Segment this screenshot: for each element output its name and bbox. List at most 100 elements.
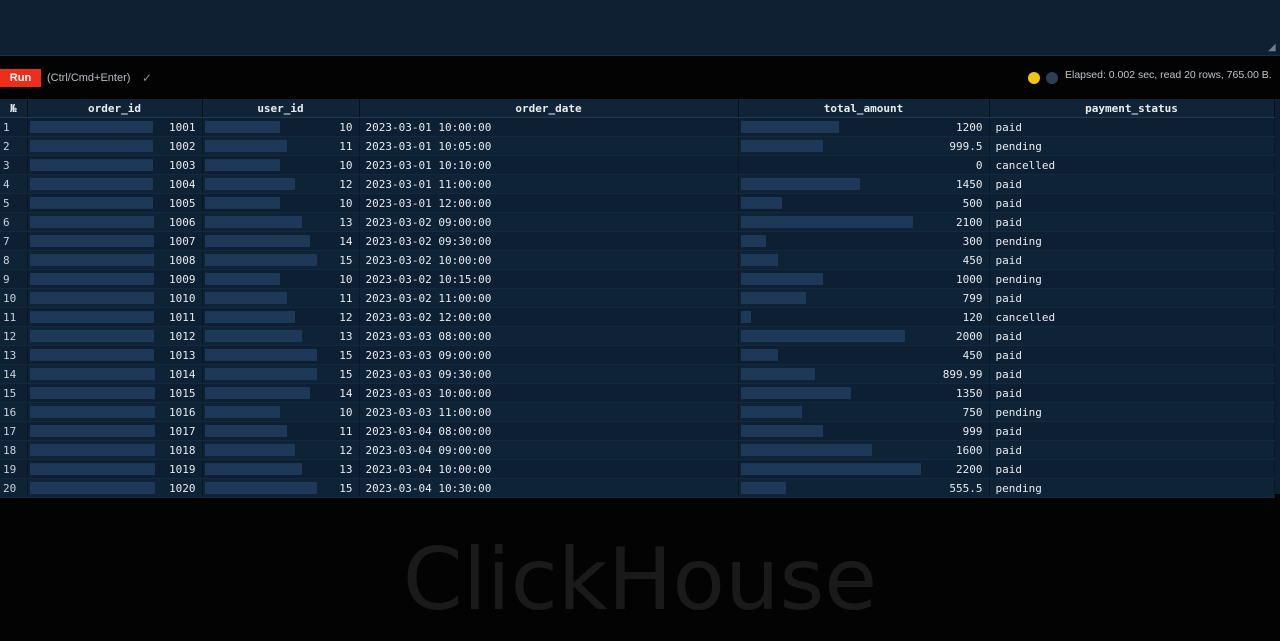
cell-user-id[interactable]: 11 <box>202 288 360 308</box>
cell-payment-status[interactable]: pending <box>989 269 1275 289</box>
cell-order-id[interactable]: 1013 <box>27 345 203 365</box>
cell-order-date[interactable]: 2023-03-02 10:15:00 <box>359 269 739 289</box>
cell-payment-status[interactable]: paid <box>989 326 1275 346</box>
cell-order-date[interactable]: 2023-03-01 10:05:00 <box>359 136 739 156</box>
cell-order-id[interactable]: 1011 <box>27 307 203 327</box>
cell-user-id[interactable]: 10 <box>202 402 360 422</box>
cell-order-date[interactable]: 2023-03-02 10:00:00 <box>359 250 739 270</box>
resize-handle-icon[interactable]: ◢ <box>1268 43 1277 53</box>
column-header-payment-status[interactable]: payment_status <box>989 99 1275 118</box>
cell-total-amount[interactable]: 300 <box>738 231 990 251</box>
cell-order-id[interactable]: 1012 <box>27 326 203 346</box>
cell-user-id[interactable]: 11 <box>202 421 360 441</box>
cell-order-date[interactable]: 2023-03-01 10:10:00 <box>359 155 739 175</box>
cell-total-amount[interactable]: 1000 <box>738 269 990 289</box>
cell-order-date[interactable]: 2023-03-01 10:00:00 <box>359 117 739 137</box>
cell-payment-status[interactable]: paid <box>989 193 1275 213</box>
cell-order-id[interactable]: 1002 <box>27 136 203 156</box>
cell-order-id[interactable]: 1018 <box>27 440 203 460</box>
column-header-total-amount[interactable]: total_amount <box>738 99 990 118</box>
cell-order-date[interactable]: 2023-03-04 10:00:00 <box>359 459 739 479</box>
cell-order-date[interactable]: 2023-03-02 09:30:00 <box>359 231 739 251</box>
cell-total-amount[interactable]: 799 <box>738 288 990 308</box>
cell-order-date[interactable]: 2023-03-03 11:00:00 <box>359 402 739 422</box>
light-theme-toggle[interactable] <box>1028 72 1040 84</box>
cell-total-amount[interactable]: 555.5 <box>738 478 990 498</box>
cell-order-id[interactable]: 1007 <box>27 231 203 251</box>
cell-order-date[interactable]: 2023-03-01 11:00:00 <box>359 174 739 194</box>
cell-total-amount[interactable]: 2000 <box>738 326 990 346</box>
cell-order-date[interactable]: 2023-03-02 09:00:00 <box>359 212 739 232</box>
cell-order-date[interactable]: 2023-03-03 09:00:00 <box>359 345 739 365</box>
cell-order-date[interactable]: 2023-03-04 08:00:00 <box>359 421 739 441</box>
cell-payment-status[interactable]: paid <box>989 250 1275 270</box>
column-header-order-date[interactable]: order_date <box>359 99 739 118</box>
cell-user-id[interactable]: 10 <box>202 117 360 137</box>
cell-total-amount[interactable]: 899.99 <box>738 364 990 384</box>
cell-total-amount[interactable]: 1450 <box>738 174 990 194</box>
cell-user-id[interactable]: 13 <box>202 459 360 479</box>
cell-payment-status[interactable]: paid <box>989 459 1275 479</box>
cell-payment-status[interactable]: paid <box>989 117 1275 137</box>
cell-order-id[interactable]: 1016 <box>27 402 203 422</box>
cell-user-id[interactable]: 13 <box>202 212 360 232</box>
cell-payment-status[interactable]: paid <box>989 383 1275 403</box>
cell-user-id[interactable]: 11 <box>202 136 360 156</box>
cell-user-id[interactable]: 13 <box>202 326 360 346</box>
cell-payment-status[interactable]: paid <box>989 288 1275 308</box>
cell-total-amount[interactable]: 1200 <box>738 117 990 137</box>
cell-order-id[interactable]: 1003 <box>27 155 203 175</box>
cell-order-date[interactable]: 2023-03-01 12:00:00 <box>359 193 739 213</box>
cell-order-id[interactable]: 1020 <box>27 478 203 498</box>
cell-total-amount[interactable]: 750 <box>738 402 990 422</box>
cell-total-amount[interactable]: 450 <box>738 250 990 270</box>
dark-theme-toggle[interactable] <box>1046 72 1058 84</box>
cell-payment-status[interactable]: pending <box>989 478 1275 498</box>
cell-order-date[interactable]: 2023-03-02 11:00:00 <box>359 288 739 308</box>
cell-total-amount[interactable]: 450 <box>738 345 990 365</box>
cell-user-id[interactable]: 15 <box>202 250 360 270</box>
cell-user-id[interactable]: 12 <box>202 440 360 460</box>
query-editor[interactable]: ◢ <box>0 0 1280 56</box>
cell-order-date[interactable]: 2023-03-04 10:30:00 <box>359 478 739 498</box>
cell-payment-status[interactable]: pending <box>989 136 1275 156</box>
cell-order-id[interactable]: 1015 <box>27 383 203 403</box>
cell-payment-status[interactable]: paid <box>989 440 1275 460</box>
cell-payment-status[interactable]: paid <box>989 345 1275 365</box>
cell-payment-status[interactable]: paid <box>989 212 1275 232</box>
cell-total-amount[interactable]: 2200 <box>738 459 990 479</box>
cell-order-id[interactable]: 1004 <box>27 174 203 194</box>
cell-total-amount[interactable]: 1350 <box>738 383 990 403</box>
cell-total-amount[interactable]: 999 <box>738 421 990 441</box>
cell-order-date[interactable]: 2023-03-03 09:30:00 <box>359 364 739 384</box>
cell-payment-status[interactable]: paid <box>989 421 1275 441</box>
cell-user-id[interactable]: 12 <box>202 307 360 327</box>
cell-order-id[interactable]: 1005 <box>27 193 203 213</box>
cell-user-id[interactable]: 14 <box>202 383 360 403</box>
column-header-user-id[interactable]: user_id <box>202 99 360 118</box>
cell-user-id[interactable]: 15 <box>202 478 360 498</box>
cell-order-date[interactable]: 2023-03-03 08:00:00 <box>359 326 739 346</box>
cell-payment-status[interactable]: pending <box>989 231 1275 251</box>
cell-user-id[interactable]: 15 <box>202 364 360 384</box>
cell-payment-status[interactable]: paid <box>989 364 1275 384</box>
cell-payment-status[interactable]: cancelled <box>989 155 1275 175</box>
cell-order-id[interactable]: 1006 <box>27 212 203 232</box>
cell-payment-status[interactable]: cancelled <box>989 307 1275 327</box>
cell-order-id[interactable]: 1014 <box>27 364 203 384</box>
cell-user-id[interactable]: 15 <box>202 345 360 365</box>
cell-order-id[interactable]: 1010 <box>27 288 203 308</box>
cell-total-amount[interactable]: 2100 <box>738 212 990 232</box>
cell-total-amount[interactable]: 0 <box>738 155 990 175</box>
cell-order-date[interactable]: 2023-03-03 10:00:00 <box>359 383 739 403</box>
cell-total-amount[interactable]: 120 <box>738 307 990 327</box>
cell-user-id[interactable]: 10 <box>202 155 360 175</box>
cell-user-id[interactable]: 10 <box>202 193 360 213</box>
cell-order-id[interactable]: 1008 <box>27 250 203 270</box>
cell-payment-status[interactable]: paid <box>989 174 1275 194</box>
cell-order-id[interactable]: 1017 <box>27 421 203 441</box>
cell-user-id[interactable]: 10 <box>202 269 360 289</box>
cell-order-id[interactable]: 1009 <box>27 269 203 289</box>
cell-order-date[interactable]: 2023-03-04 09:00:00 <box>359 440 739 460</box>
cell-payment-status[interactable]: pending <box>989 402 1275 422</box>
